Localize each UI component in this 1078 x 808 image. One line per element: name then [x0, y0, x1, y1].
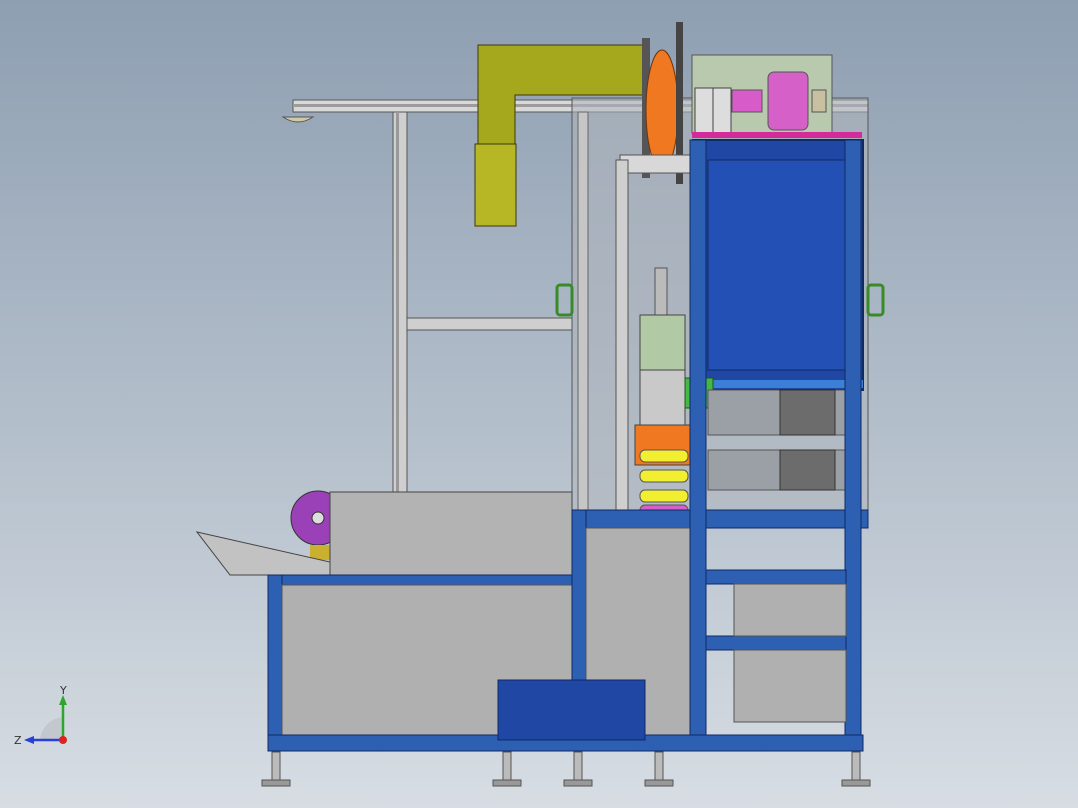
- origin-dot: [59, 736, 67, 744]
- infeed-conveyor: [195, 490, 573, 585]
- machine-model[interactable]: [0, 0, 1078, 808]
- y-axis-label: Y: [59, 685, 67, 697]
- cad-viewport[interactable]: Y Z: [0, 0, 1078, 808]
- coordinate-triad: Y Z: [14, 685, 67, 747]
- leveling-feet: [261, 751, 871, 787]
- z-axis-label: Z: [14, 734, 22, 747]
